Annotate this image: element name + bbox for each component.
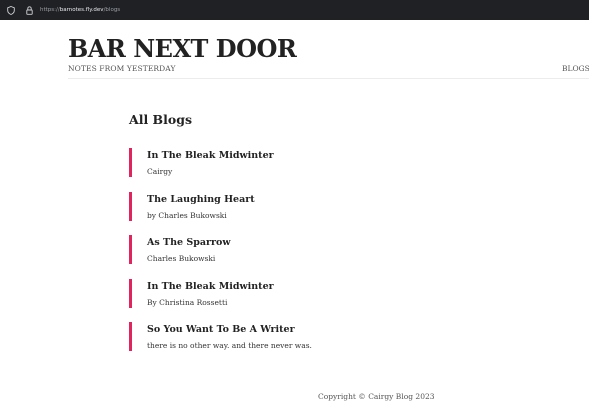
accent-bar [129, 235, 132, 264]
blog-title[interactable]: So You Want To Be A Writer [147, 320, 429, 336]
blog-list-item[interactable]: So You Want To Be A Writer there is no o… [129, 320, 429, 364]
site-subtitle: NOTES FROM YESTERDAY [68, 64, 176, 73]
blog-description: Cairgy [147, 167, 173, 176]
url-field[interactable]: https://barnotes.fly.dev/blogs [40, 7, 120, 13]
blog-title[interactable]: The Laughing Heart [147, 190, 429, 206]
nav-link-blogs[interactable]: BLOGS [562, 64, 589, 73]
blog-description: by Charles Bukowski [147, 210, 227, 220]
accent-bar [129, 191, 132, 221]
accent-bar [129, 148, 132, 177]
blog-title[interactable]: As The Sparrow [147, 233, 429, 249]
shield-icon[interactable] [4, 3, 18, 17]
blog-description: Charles Bukowski [147, 254, 216, 263]
lock-icon[interactable] [22, 3, 36, 17]
blog-description: By Christina Rossetti [147, 297, 228, 307]
blog-description: there is no other way. and there never w… [147, 341, 312, 350]
url-path: /blogs [103, 7, 121, 13]
blog-list-item[interactable]: As The Sparrow Charles Bukowski [129, 233, 429, 277]
page-title: All Blogs [129, 112, 192, 127]
blog-title[interactable]: In The Bleak Midwinter [147, 146, 429, 162]
accent-bar [129, 278, 132, 308]
accent-bar [129, 322, 132, 351]
header-divider [68, 78, 589, 79]
site-title[interactable]: BAR NEXT DOOR [68, 34, 297, 64]
blog-list-item[interactable]: In The Bleak Midwinter Cairgy [129, 146, 429, 190]
footer-copyright: Copyright © Cairgy Blog 2023 [318, 392, 435, 401]
blog-list-item[interactable]: In The Bleak Midwinter By Christina Ross… [129, 277, 429, 321]
blog-title[interactable]: In The Bleak Midwinter [147, 277, 429, 293]
browser-address-bar: https://barnotes.fly.dev/blogs [0, 0, 589, 20]
url-prefix: https:// [40, 7, 60, 13]
blog-list-item[interactable]: The Laughing Heart by Charles Bukowski [129, 190, 429, 234]
url-host: barnotes.fly.dev [59, 7, 104, 13]
blog-list: In The Bleak Midwinter Cairgy The Laughi… [129, 146, 429, 364]
